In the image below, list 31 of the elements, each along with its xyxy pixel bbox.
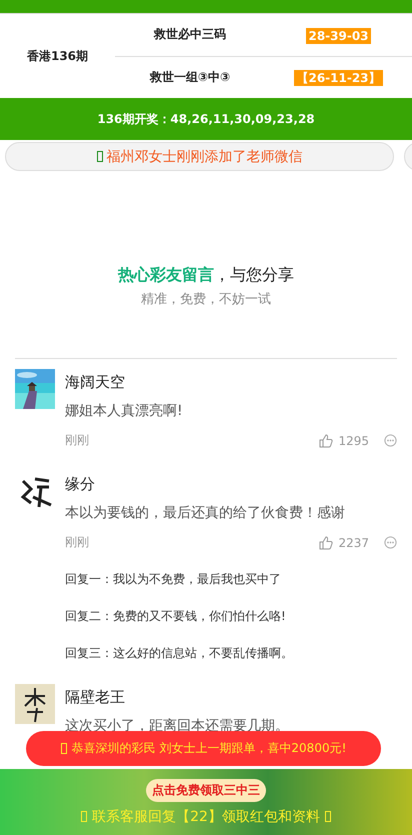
- square-icon: [324, 811, 331, 822]
- square-icon: [96, 151, 102, 162]
- claim-button[interactable]: 点击免费领取三中三: [146, 778, 266, 802]
- square-icon: [60, 743, 67, 754]
- winner-text: 恭喜深圳的彩民 刘女士上一期跟单，喜中20800元!: [72, 740, 346, 757]
- reply-text: 回复二：免费的又不要钱，你们怕什么咯!: [65, 608, 287, 625]
- comment-time: 刚刚: [65, 534, 89, 551]
- notice-text: 福州邓女士刚刚添加了老师微信: [106, 148, 302, 166]
- thumbs-up-icon[interactable]: [319, 434, 334, 448]
- like-count: 2237: [338, 536, 369, 550]
- prediction-label: 救世必中三码: [152, 26, 227, 44]
- prediction-numbers: 【26-11-23】: [294, 70, 383, 86]
- reply-text: 回复三：这么好的信息站，不要乱传播啊。: [65, 645, 294, 662]
- like-count: 1295: [338, 434, 369, 448]
- commenter-name: 隔壁老王: [65, 688, 126, 707]
- section-title: 热心彩友留言，与您分享: [116, 265, 295, 286]
- comment-text: 娜姐本人真漂亮啊!: [65, 402, 184, 420]
- prediction-numbers: 28-39-03: [306, 28, 371, 44]
- period-label: 香港136期: [26, 48, 90, 64]
- more-icon[interactable]: [384, 536, 397, 549]
- prediction-label: 救世一组③中③: [148, 68, 232, 86]
- more-icon[interactable]: [384, 434, 397, 447]
- comment-time: 刚刚: [65, 432, 89, 449]
- result-text: 136期开奖：48,26,11,30,09,23,28: [97, 110, 315, 128]
- reply-text: 回复一：我以为不免费，最后我也买中了: [65, 571, 282, 588]
- square-icon: [81, 811, 88, 822]
- thumbs-up-icon[interactable]: [319, 536, 334, 550]
- comment-text: 本以为要钱的，最后还真的给了伙食费！感谢: [65, 504, 346, 522]
- commenter-name: 缘分: [65, 475, 96, 494]
- commenter-name: 海阔天空: [65, 373, 126, 392]
- section-subtitle: 精准，免费，不妨一试: [140, 291, 272, 308]
